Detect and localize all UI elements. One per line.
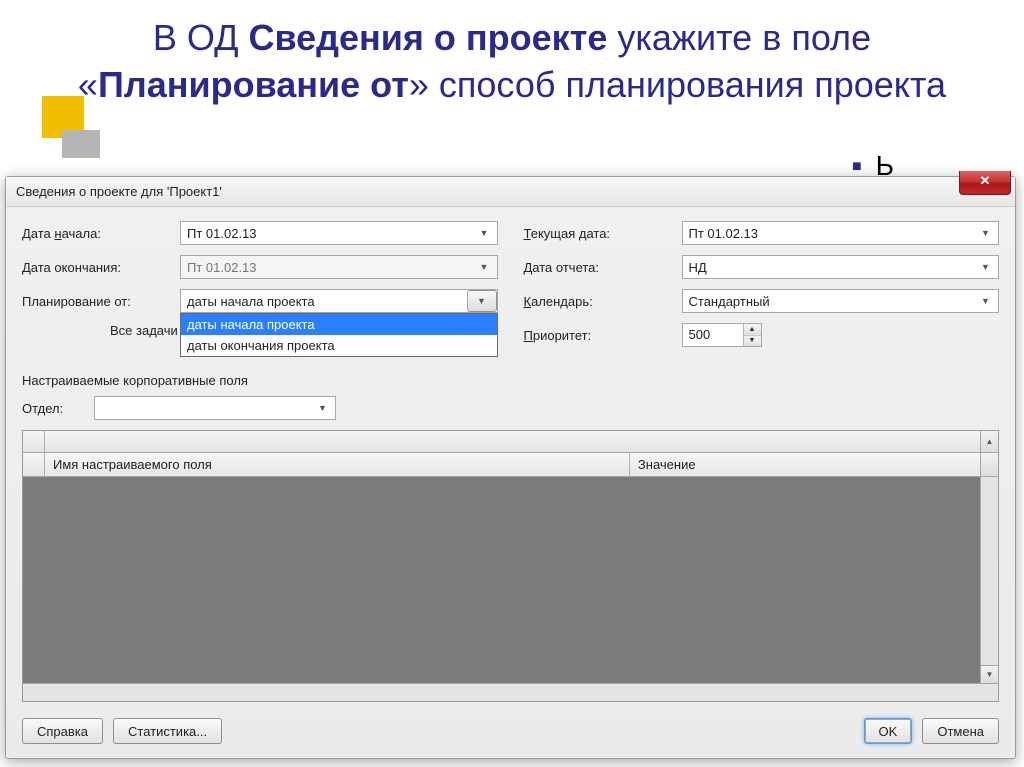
- start-date-value: Пт 01.02.13: [187, 226, 476, 241]
- ok-button[interactable]: OK: [864, 718, 913, 744]
- start-date-label: Дата начала:: [22, 226, 180, 241]
- custom-fields-heading: Настраиваемые корпоративные поля: [22, 373, 999, 388]
- priority-label: Приоритет:: [524, 328, 682, 343]
- close-button[interactable]: ✕: [959, 171, 1011, 195]
- plan-from-value: даты начала проекта: [187, 294, 467, 309]
- current-date-label: Текущая дата:: [524, 226, 682, 241]
- chevron-down-icon[interactable]: ▼: [476, 222, 493, 244]
- grid-row-header[interactable]: [23, 453, 45, 476]
- horizontal-scrollbar[interactable]: [23, 683, 998, 701]
- plan-from-dropdown: даты начала проекта даты окончания проек…: [180, 313, 498, 357]
- vscroll-track[interactable]: [980, 453, 998, 476]
- plan-option-start[interactable]: даты начала проекта: [181, 314, 497, 335]
- spinner-up-icon[interactable]: ▲: [744, 324, 761, 336]
- report-date-value: НД: [689, 260, 978, 275]
- slide-title: В ОД Сведения о проекте укажите в поле «…: [0, 0, 1024, 114]
- end-date-label: Дата окончания:: [22, 260, 180, 275]
- title-part: В ОД: [153, 17, 249, 58]
- title-part-bold: Планирование от: [98, 64, 409, 105]
- statistics-button[interactable]: Статистика...: [113, 718, 222, 744]
- calendar-value: Стандартный: [689, 294, 978, 309]
- end-date-combo: Пт 01.02.13 ▼: [180, 255, 498, 279]
- project-info-dialog: Сведения о проекте для 'Проект1' ✕ Дата …: [5, 176, 1016, 759]
- titlebar[interactable]: Сведения о проекте для 'Проект1' ✕: [6, 177, 1015, 207]
- help-button[interactable]: Справка: [22, 718, 103, 744]
- current-date-combo[interactable]: Пт 01.02.13 ▼: [682, 221, 1000, 245]
- start-date-combo[interactable]: Пт 01.02.13 ▼: [180, 221, 498, 245]
- chevron-down-icon[interactable]: ▼: [467, 290, 497, 312]
- title-part: » способ планирования проекта: [409, 64, 946, 105]
- report-date-combo[interactable]: НД ▼: [682, 255, 1000, 279]
- plan-option-end[interactable]: даты окончания проекта: [181, 335, 497, 356]
- scroll-up-icon[interactable]: ▲: [980, 431, 998, 452]
- department-combo[interactable]: ▼: [94, 396, 336, 420]
- title-part-bold: Сведения о проекте: [249, 17, 608, 58]
- column-value[interactable]: Значение: [630, 453, 980, 476]
- chevron-down-icon[interactable]: ▼: [977, 222, 994, 244]
- end-date-value: Пт 01.02.13: [187, 260, 476, 275]
- scroll-down-icon[interactable]: ▼: [981, 665, 998, 683]
- priority-value[interactable]: 500: [683, 324, 743, 346]
- spinner-down-icon[interactable]: ▼: [744, 336, 761, 347]
- custom-fields-table: ▲ Имя настраиваемого поля Значение ▼: [22, 430, 999, 702]
- chevron-down-icon[interactable]: ▼: [314, 397, 331, 419]
- report-date-label: Дата отчета:: [524, 260, 682, 275]
- plan-from-label: Планирование от:: [22, 294, 180, 309]
- current-date-value: Пт 01.02.13: [689, 226, 978, 241]
- calendar-label: Календарь:: [524, 294, 682, 309]
- grid-corner[interactable]: [23, 431, 45, 452]
- dialog-title: Сведения о проекте для 'Проект1': [16, 184, 222, 199]
- chevron-down-icon[interactable]: ▼: [977, 290, 994, 312]
- cancel-button[interactable]: Отмена: [922, 718, 999, 744]
- plan-from-combo[interactable]: даты начала проекта ▼ даты начала проект…: [180, 289, 498, 313]
- department-label: Отдел:: [22, 401, 94, 416]
- chevron-down-icon[interactable]: ▼: [977, 256, 994, 278]
- column-field-name[interactable]: Имя настраиваемого поля: [45, 453, 630, 476]
- priority-spinner[interactable]: 500 ▲▼: [682, 323, 762, 347]
- chevron-down-icon: ▼: [476, 256, 493, 278]
- vertical-scrollbar[interactable]: ▼: [980, 477, 998, 683]
- calendar-combo[interactable]: Стандартный ▼: [682, 289, 1000, 313]
